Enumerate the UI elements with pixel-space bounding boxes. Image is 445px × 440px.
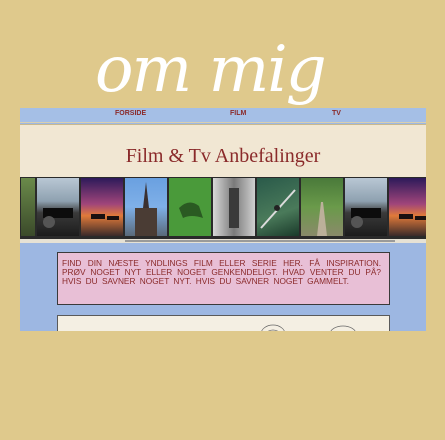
sketch-face-icon bbox=[330, 325, 356, 331]
car-dashboard-image[interactable] bbox=[37, 178, 79, 236]
top-nav: FORSIDE FILM TV bbox=[20, 108, 426, 123]
thumb-wheel-image[interactable] bbox=[21, 178, 35, 236]
road-image[interactable] bbox=[301, 178, 343, 236]
website-preview: FORSIDE FILM TV Film & Tv Anbefalinger F… bbox=[20, 108, 426, 331]
nav-tv[interactable]: TV bbox=[332, 110, 341, 117]
train-interior-image[interactable] bbox=[213, 178, 255, 236]
sunset-cars-image-2[interactable] bbox=[389, 178, 426, 236]
intro-text: FIND DIN NÆSTE YNDLINGS FILM ELLER SERIE… bbox=[62, 258, 381, 286]
content-card bbox=[57, 315, 390, 331]
intro-box: FIND DIN NÆSTE YNDLINGS FILM ELLER SERIE… bbox=[57, 252, 390, 305]
nav-film[interactable]: FILM bbox=[230, 110, 246, 117]
skater-image[interactable] bbox=[257, 178, 299, 236]
cathedral-image[interactable] bbox=[125, 178, 167, 236]
site-header: Film & Tv Anbefalinger bbox=[20, 124, 426, 184]
film-strip bbox=[20, 177, 426, 239]
site-title: Film & Tv Anbefalinger bbox=[125, 145, 321, 167]
sketch-figure-icon bbox=[261, 324, 285, 331]
nav-forside[interactable]: FORSIDE bbox=[115, 110, 146, 117]
sunset-cars-image[interactable] bbox=[81, 178, 123, 236]
horizontal-scrollbar[interactable] bbox=[20, 239, 426, 243]
scrollbar-thumb[interactable] bbox=[125, 240, 395, 242]
car-dashboard-image-2[interactable] bbox=[345, 178, 387, 236]
dinosaur-toy-image[interactable] bbox=[169, 178, 211, 236]
page-heading: om mig bbox=[95, 33, 327, 107]
